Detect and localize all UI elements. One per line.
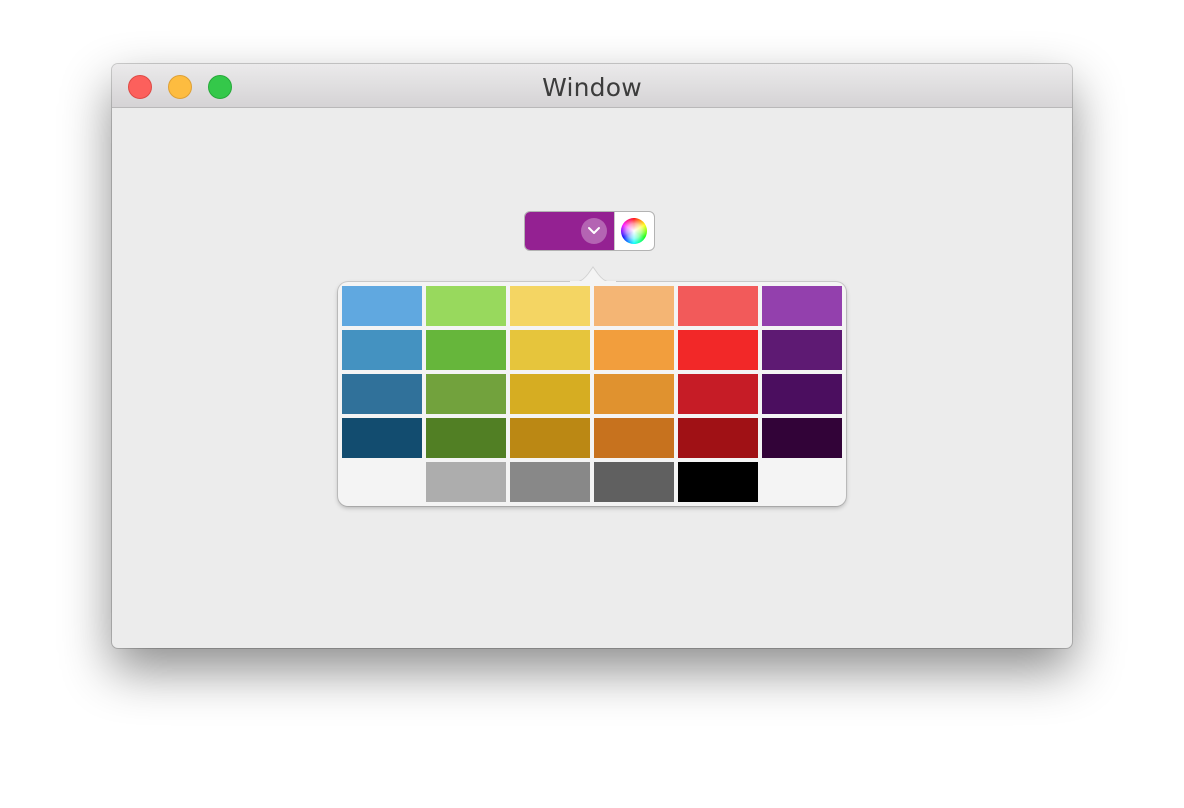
color-swatch[interactable]	[510, 330, 590, 370]
color-swatch[interactable]	[426, 374, 506, 414]
selected-color-swatch[interactable]	[525, 212, 614, 250]
color-swatch[interactable]	[342, 374, 422, 414]
color-swatch[interactable]	[426, 286, 506, 326]
color-swatch[interactable]	[762, 330, 842, 370]
color-swatch[interactable]	[342, 286, 422, 326]
color-swatch[interactable]	[510, 286, 590, 326]
color-swatch[interactable]	[678, 286, 758, 326]
color-swatch[interactable]	[426, 462, 506, 502]
color-swatch[interactable]	[762, 374, 842, 414]
well-divider	[614, 212, 615, 250]
popover-arrow	[570, 266, 616, 283]
window-content	[112, 108, 1072, 648]
color-wheel-icon[interactable]	[621, 218, 647, 244]
title-bar[interactable]: Window	[112, 64, 1072, 108]
color-swatch[interactable]	[762, 286, 842, 326]
color-well[interactable]	[524, 211, 655, 251]
color-swatch[interactable]	[594, 374, 674, 414]
color-swatch[interactable]	[342, 418, 422, 458]
color-swatch[interactable]	[594, 418, 674, 458]
color-swatch[interactable]	[594, 330, 674, 370]
color-popover	[338, 266, 846, 506]
color-swatch[interactable]	[342, 330, 422, 370]
window-title: Window	[542, 73, 642, 102]
window: Window	[112, 64, 1072, 648]
color-swatch[interactable]	[594, 462, 674, 502]
color-swatch[interactable]	[678, 462, 758, 502]
color-palette-grid	[342, 286, 842, 502]
color-swatch[interactable]	[426, 418, 506, 458]
color-swatch[interactable]	[678, 330, 758, 370]
empty-swatch-slot	[762, 462, 842, 502]
color-swatch[interactable]	[510, 374, 590, 414]
color-swatch[interactable]	[762, 418, 842, 458]
color-swatch[interactable]	[510, 462, 590, 502]
color-swatch[interactable]	[426, 330, 506, 370]
color-swatch[interactable]	[678, 418, 758, 458]
color-swatch[interactable]	[594, 286, 674, 326]
color-swatch[interactable]	[510, 418, 590, 458]
chevron-down-icon[interactable]	[581, 218, 607, 244]
color-swatch[interactable]	[678, 374, 758, 414]
empty-swatch-slot	[342, 462, 422, 502]
